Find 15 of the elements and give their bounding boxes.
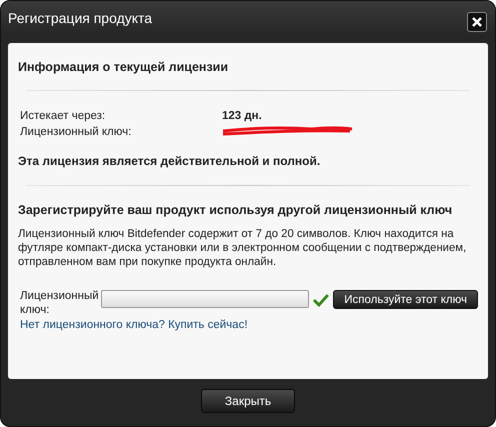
field-value: 123 дн.	[222, 110, 262, 122]
description-text: Лицензионный ключ Bitdefender содержит от 7 до 20 символов. Ключ находится на футляре компакт-диска установки или в электронном сообщении с подтверждением, отправленном вам при покупке продукта онлайн.	[18, 227, 468, 269]
key-label: Лицензионный ключ:	[20, 289, 100, 317]
section-heading: Информация о текущей лицензии	[18, 60, 230, 74]
close-icon	[471, 16, 483, 28]
window-title: Регистрация продукта	[8, 10, 152, 26]
section-heading: Зарегистрируйте ваш продукт используя другой лицензионный ключ	[18, 203, 454, 217]
license-status: Эта лицензия является действительной и полной.	[18, 154, 322, 168]
field-label: Лицензионный ключ:	[20, 126, 132, 138]
close-button[interactable]	[467, 12, 487, 32]
close-dialog-button[interactable]: Закрыть	[201, 389, 295, 413]
field-label: Истекает через:	[20, 110, 106, 122]
use-key-button[interactable]: Используйте этот ключ	[333, 290, 478, 309]
buy-now-link[interactable]: Нет лицензионного ключа? Купить сейчас!	[18, 319, 478, 331]
license-key-field[interactable]	[100, 290, 310, 308]
